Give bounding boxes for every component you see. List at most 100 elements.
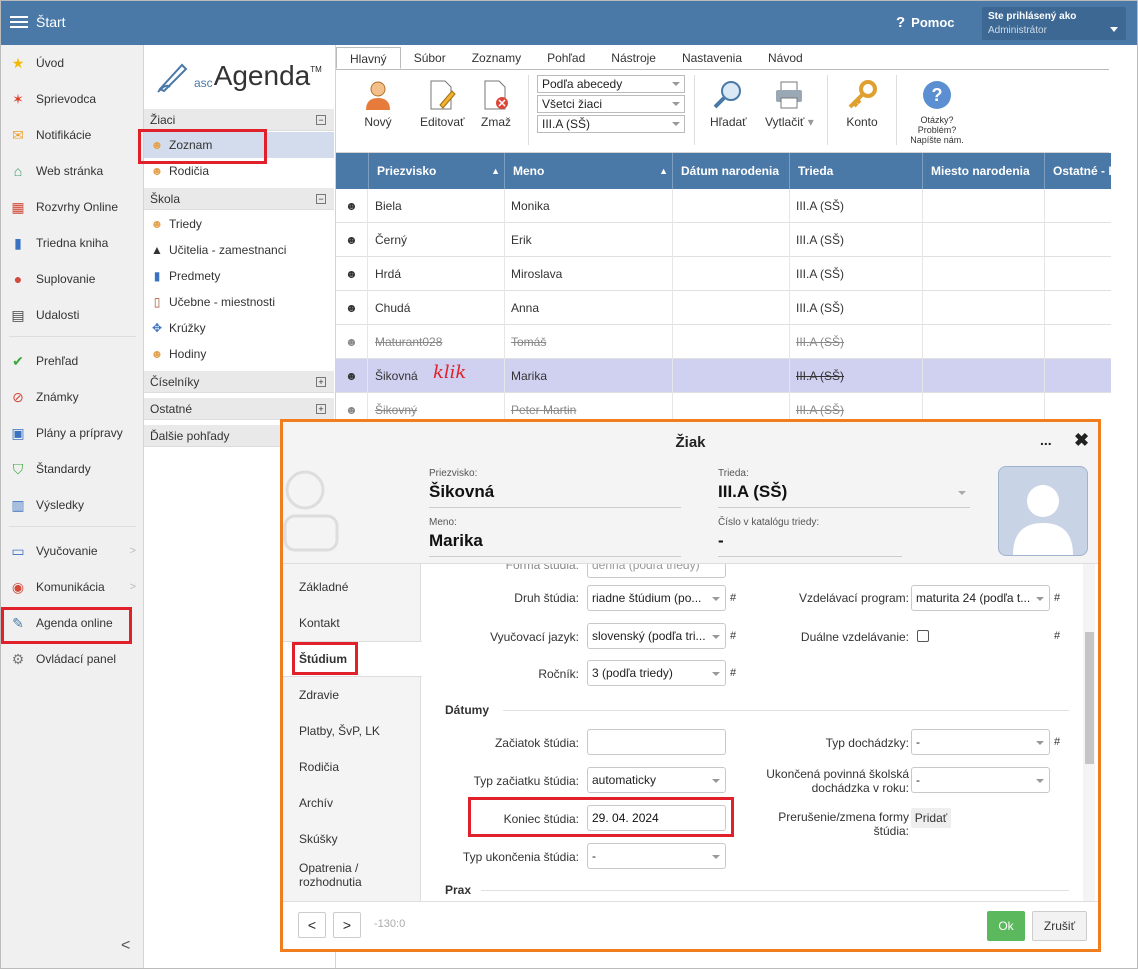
table-row[interactable]: ☻ Maturant028 Tomáš III.A (SŠ) <box>336 325 1111 359</box>
header-trieda[interactable]: Trieda <box>790 153 923 189</box>
nav-item-rozvrhy[interactable]: ▦ Rozvrhy Online <box>1 192 144 222</box>
expand-icon[interactable]: + <box>316 376 326 387</box>
nav-item-prehlad[interactable]: ✔ Prehľad <box>1 346 144 376</box>
table-row[interactable]: ☻ Chudá Anna III.A (SŠ) <box>336 291 1111 325</box>
edit-button[interactable]: Editovať <box>420 79 465 129</box>
expand-icon[interactable]: + <box>316 403 326 414</box>
hash-icon[interactable]: # <box>1054 736 1060 748</box>
header-ostatne[interactable]: Ostatné - I <box>1045 153 1111 189</box>
vzdelavaci-program-select[interactable]: maturita 24 (podľa t... <box>911 585 1050 611</box>
collapse-icon[interactable]: − <box>316 114 326 125</box>
sec-item-ucitelia[interactable]: ▲ Učitelia - zamestnanci <box>144 237 334 263</box>
nav-item-web-stranka[interactable]: ⌂ Web stránka <box>1 156 144 186</box>
tab-zoznamy[interactable]: Zoznamy <box>459 47 534 69</box>
sec-item-ucebne[interactable]: ▯ Učebne - miestnosti <box>144 289 334 315</box>
nav-item-znamky[interactable]: ⊘ Známky <box>1 382 144 412</box>
dtab-platby[interactable]: Platby, ŠvP, LK <box>283 713 421 749</box>
dropdown-caret-icon <box>1036 741 1044 745</box>
sec-item-triedy[interactable]: ☻ Triedy <box>144 211 334 237</box>
collapse-icon[interactable]: − <box>316 193 326 204</box>
prev-record-button[interactable]: < <box>298 912 326 938</box>
dtab-rodicia[interactable]: Rodičia <box>283 749 421 785</box>
hash-icon[interactable]: # <box>730 667 736 679</box>
collapse-nav-icon[interactable]: < <box>121 937 130 955</box>
nav-item-plany[interactable]: ▣ Plány a prípravy <box>1 418 144 448</box>
tab-navod[interactable]: Návod <box>755 47 816 69</box>
vyucovaci-jazyk-select[interactable]: slovenský (podľa tri... <box>587 623 726 649</box>
nav-item-triedna-kniha[interactable]: ▮ Triedna kniha <box>1 228 144 258</box>
tab-subor[interactable]: Súbor <box>401 47 459 69</box>
nav-item-vysledky[interactable]: ▥ Výsledky <box>1 490 144 520</box>
dualne-vzdelavanie-checkbox[interactable] <box>917 630 929 642</box>
cancel-button[interactable]: Zrušiť <box>1032 911 1087 941</box>
sort-select[interactable]: Podľa abecedy <box>537 75 685 93</box>
form-scrollbar[interactable] <box>1083 564 1095 901</box>
sec-item-predmety[interactable]: ▮ Predmety <box>144 263 334 289</box>
hash-icon[interactable]: # <box>730 592 736 604</box>
rocnik-select[interactable]: 3 (podľa triedy) <box>587 660 726 686</box>
nav-item-uvod[interactable]: ★ Úvod <box>1 48 144 78</box>
table-row[interactable]: ☻ Hrdá Miroslava III.A (SŠ) <box>336 257 1111 291</box>
delete-button[interactable]: Zmaž <box>480 79 512 129</box>
student-photo[interactable] <box>998 466 1088 556</box>
dtab-zdravie[interactable]: Zdravie <box>283 677 421 713</box>
header-priezvisko[interactable]: Priezvisko ▲ <box>369 153 505 189</box>
druh-studia-select[interactable]: riadne štúdium (po... <box>587 585 726 611</box>
hamburger-menu-icon[interactable] <box>10 13 28 31</box>
typ-ukoncenia-studia-select[interactable]: - <box>587 843 726 869</box>
nav-item-standardy[interactable]: ⛉ Štandardy <box>1 454 144 484</box>
login-dropdown[interactable]: Ste prihlásený ako Administrátor <box>982 7 1126 40</box>
tab-nastroje[interactable]: Nástroje <box>598 47 669 69</box>
ukoncena-dochadzka-select[interactable]: - <box>911 767 1050 793</box>
close-icon[interactable]: ✖ <box>1074 430 1089 451</box>
sec-item-kruzky[interactable]: ✥ Krúžky <box>144 315 334 341</box>
section-skola[interactable]: Škola − <box>144 188 334 210</box>
search-button[interactable]: Hľadať <box>710 79 747 129</box>
tab-hlavny[interactable]: Hlavný <box>336 47 401 69</box>
class-select[interactable]: III.A (SŠ) <box>537 115 685 133</box>
help-link[interactable]: ? Pomoc <box>896 14 955 31</box>
table-row[interactable]: ☻ Černý Erik III.A (SŠ) <box>336 223 1111 257</box>
new-button[interactable]: Nový <box>362 79 394 129</box>
header-datum-narodenia[interactable]: Dátum narodenia <box>673 153 790 189</box>
page-title[interactable]: Štart <box>36 14 66 30</box>
nav-item-udalosti[interactable]: ▤ Udalosti <box>1 300 144 330</box>
hash-icon[interactable]: # <box>1054 630 1060 642</box>
filter-select[interactable]: Všetci žiaci <box>537 95 685 113</box>
next-record-button[interactable]: > <box>333 912 361 938</box>
nav-item-notifikacie[interactable]: ✉ Notifikácie <box>1 120 144 150</box>
pridat-button[interactable]: Pridať <box>911 808 951 828</box>
print-button[interactable]: Vytlačiť ▾ <box>765 79 814 129</box>
dtab-kontakt[interactable]: Kontakt <box>283 605 421 641</box>
scrollbar-thumb[interactable] <box>1085 632 1094 764</box>
hash-icon[interactable]: # <box>1054 592 1060 604</box>
zaciatok-studia-input[interactable] <box>587 729 726 755</box>
hash-icon[interactable]: # <box>730 630 736 642</box>
ok-button[interactable]: Ok <box>987 911 1025 941</box>
dropdown-caret-icon[interactable] <box>958 491 966 495</box>
nav-item-ovladaci-panel[interactable]: ⚙ Ovládací panel <box>1 644 144 674</box>
nav-item-suplovanie[interactable]: ● Suplovanie <box>1 264 144 294</box>
header-miesto-narodenia[interactable]: Miesto narodenia <box>923 153 1045 189</box>
header-meno[interactable]: Meno ▲ <box>505 153 673 189</box>
dtab-zakladne[interactable]: Základné <box>283 569 421 605</box>
nav-item-komunikacia[interactable]: ◉ Komunikácia > <box>1 572 144 602</box>
tab-pohlad[interactable]: Pohľad <box>534 47 598 69</box>
contact-support-button[interactable]: ? Otázky? Problém? Napíšte nám. <box>907 79 967 145</box>
section-ostatne[interactable]: Ostatné + <box>144 398 334 420</box>
section-ziaci[interactable]: Žiaci − <box>144 109 334 131</box>
sec-item-hodiny[interactable]: ☻ Hodiny <box>144 341 334 367</box>
typ-zaciatku-studia-select[interactable]: automaticky <box>587 767 726 793</box>
nav-item-vyucovanie[interactable]: ▭ Vyučovanie > <box>1 536 144 566</box>
dtab-opatrenia[interactable]: Opatrenia / rozhodnutia <box>283 857 403 893</box>
section-ciselniky[interactable]: Číselníky + <box>144 371 334 393</box>
table-row[interactable]: ☻ Biela Monika III.A (SŠ) <box>336 189 1111 223</box>
dtab-archiv[interactable]: Archív <box>283 785 421 821</box>
account-button[interactable]: Konto <box>846 79 878 129</box>
more-options-icon[interactable]: ... <box>1040 432 1052 448</box>
dtab-skusky[interactable]: Skúšky <box>283 821 421 857</box>
typ-dochadzky-select[interactable]: - <box>911 729 1050 755</box>
nav-item-sprievodca[interactable]: ✶ Sprievodca <box>1 84 144 114</box>
tab-nastavenia[interactable]: Nastavenia <box>669 47 755 69</box>
forma-studia-select[interactable]: denná (podľa triedy) <box>587 564 726 578</box>
